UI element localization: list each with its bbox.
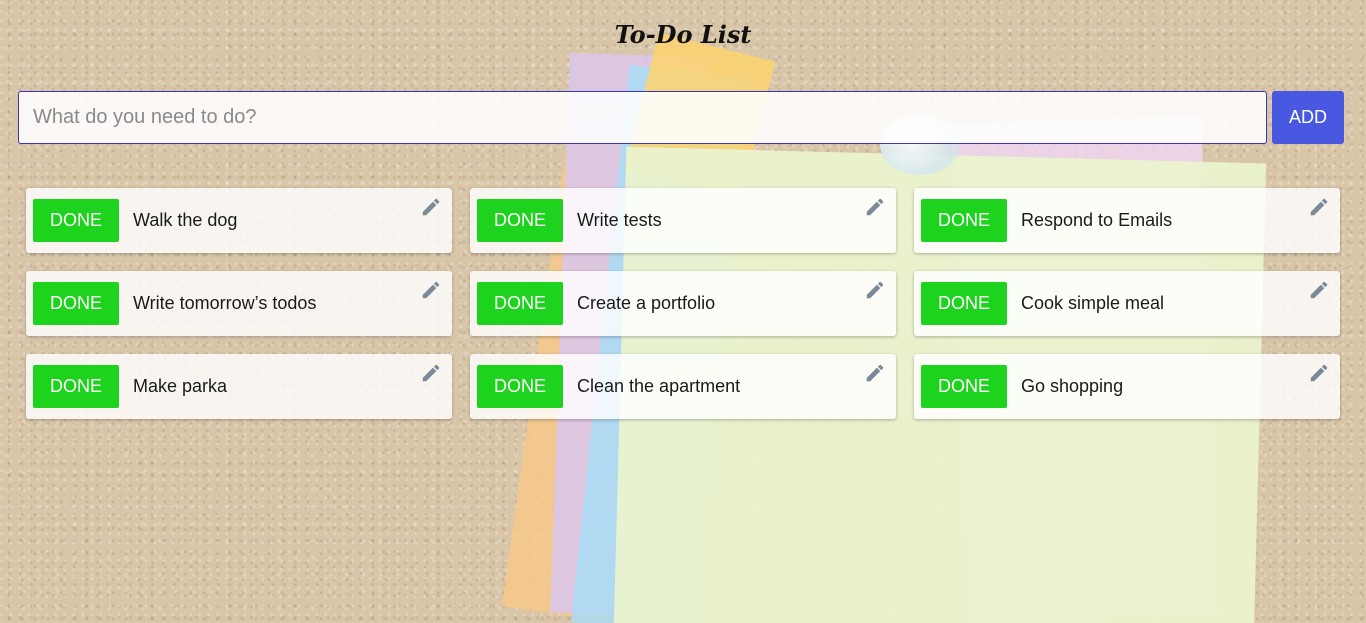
todo-app: To-Do List ADD DONE Walk the dog DONE Wr… [0,0,1366,623]
todo-text: Write tests [577,210,662,230]
todo-text: Walk the dog [133,210,238,230]
todo-text: Create a portfolio [577,293,716,313]
todo-item: DONE Write tests [470,188,896,253]
pencil-icon[interactable] [864,279,886,301]
todo-item: DONE Go shopping [914,354,1340,419]
todo-item: DONE Create a portfolio [470,271,896,336]
todo-input[interactable] [18,91,1267,144]
pencil-icon[interactable] [1308,362,1330,384]
page-title: To-Do List [614,20,752,49]
pencil-icon[interactable] [864,196,886,218]
todo-text: Go shopping [1021,376,1124,396]
done-button[interactable]: DONE [477,199,563,242]
todo-item: DONE Cook simple meal [914,271,1340,336]
done-button[interactable]: DONE [921,282,1007,325]
add-button[interactable]: ADD [1272,91,1344,144]
done-button[interactable]: DONE [33,199,119,242]
todo-text: Write tomorrow’s todos [133,293,317,313]
pencil-icon[interactable] [1308,196,1330,218]
done-button[interactable]: DONE [477,365,563,408]
done-button[interactable]: DONE [921,199,1007,242]
done-button[interactable]: DONE [921,365,1007,408]
todo-item: DONE Respond to Emails [914,188,1340,253]
todo-item: DONE Clean the apartment [470,354,896,419]
add-todo-form: ADD [18,91,1344,144]
done-button[interactable]: DONE [477,282,563,325]
todo-text: Clean the apartment [577,376,741,396]
done-button[interactable]: DONE [33,365,119,408]
todo-text: Cook simple meal [1021,293,1165,313]
todo-list: DONE Walk the dog DONE Write tests DONE … [26,188,1340,419]
pencil-icon[interactable] [864,362,886,384]
todo-item: DONE Make parka [26,354,452,419]
todo-item: DONE Write tomorrow’s todos [26,271,452,336]
pencil-icon[interactable] [420,362,442,384]
pencil-icon[interactable] [1308,279,1330,301]
pencil-icon[interactable] [420,196,442,218]
todo-item: DONE Walk the dog [26,188,452,253]
todo-text: Make parka [133,376,228,396]
done-button[interactable]: DONE [33,282,119,325]
todo-text: Respond to Emails [1021,210,1173,230]
pencil-icon[interactable] [420,279,442,301]
